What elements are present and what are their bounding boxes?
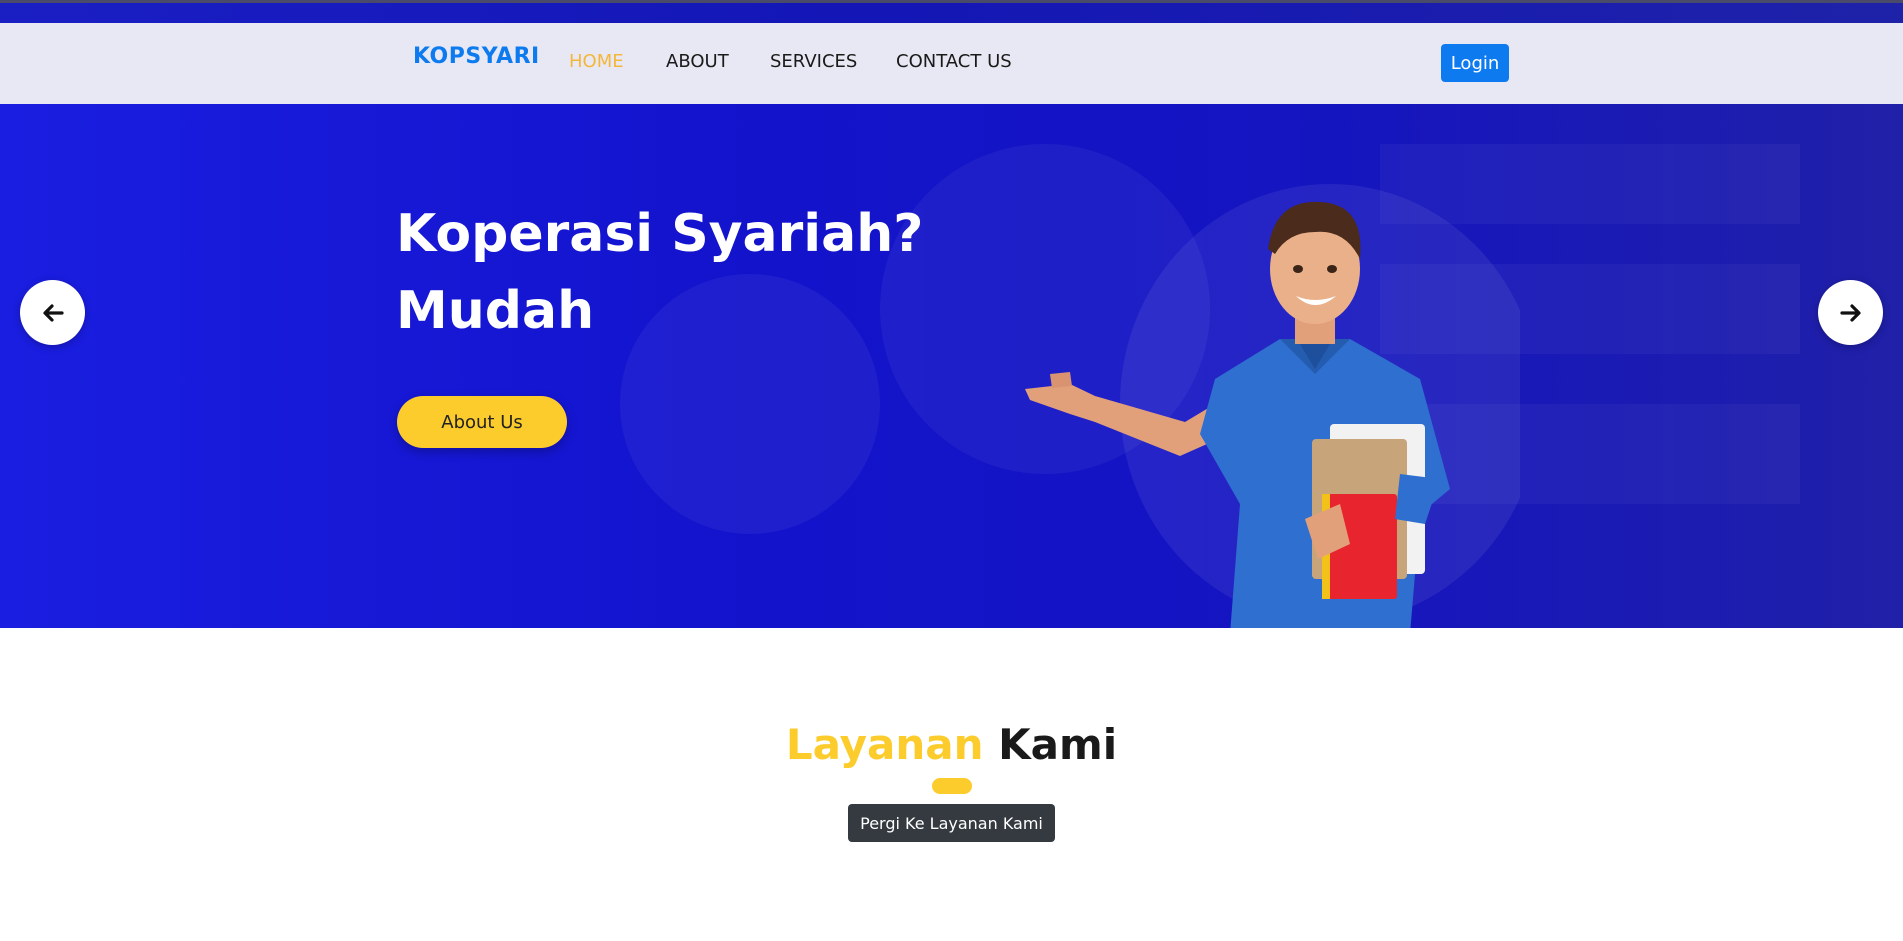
carousel-prev-button[interactable]	[20, 280, 85, 345]
nav-link-contact[interactable]: CONTACT US	[896, 51, 1012, 72]
services-title-rest: Kami	[998, 720, 1118, 769]
hero-carousel: Koperasi Syariah? Mudah About Us	[0, 104, 1903, 628]
hero-title-line-2: Mudah	[396, 281, 595, 341]
title-underline-pill	[932, 778, 972, 794]
about-us-button[interactable]: About Us	[397, 396, 567, 448]
services-title-highlight: Layanan	[785, 720, 984, 769]
nav-link-home[interactable]: HOME	[569, 51, 624, 72]
navbar: KOPSYARI HOME ABOUT SERVICES CONTACT US …	[0, 23, 1903, 104]
nav-link-services[interactable]: SERVICES	[770, 51, 857, 72]
login-button[interactable]: Login	[1441, 44, 1509, 82]
brand-logo[interactable]: KOPSYARI	[413, 44, 540, 69]
nav-link-about[interactable]: ABOUT	[666, 51, 729, 72]
student-illustration	[1025, 184, 1520, 628]
hero-title-line-1: Koperasi Syariah?	[396, 204, 924, 264]
arrow-left-icon	[42, 303, 64, 322]
services-section-title: Layanan Kami	[0, 720, 1903, 769]
arrow-right-icon	[1839, 303, 1861, 322]
carousel-next-button[interactable]	[1818, 280, 1883, 345]
hero-title: Koperasi Syariah? Mudah	[396, 196, 923, 350]
top-strip	[0, 0, 1903, 23]
go-to-services-button[interactable]: Pergi Ke Layanan Kami	[848, 804, 1055, 842]
